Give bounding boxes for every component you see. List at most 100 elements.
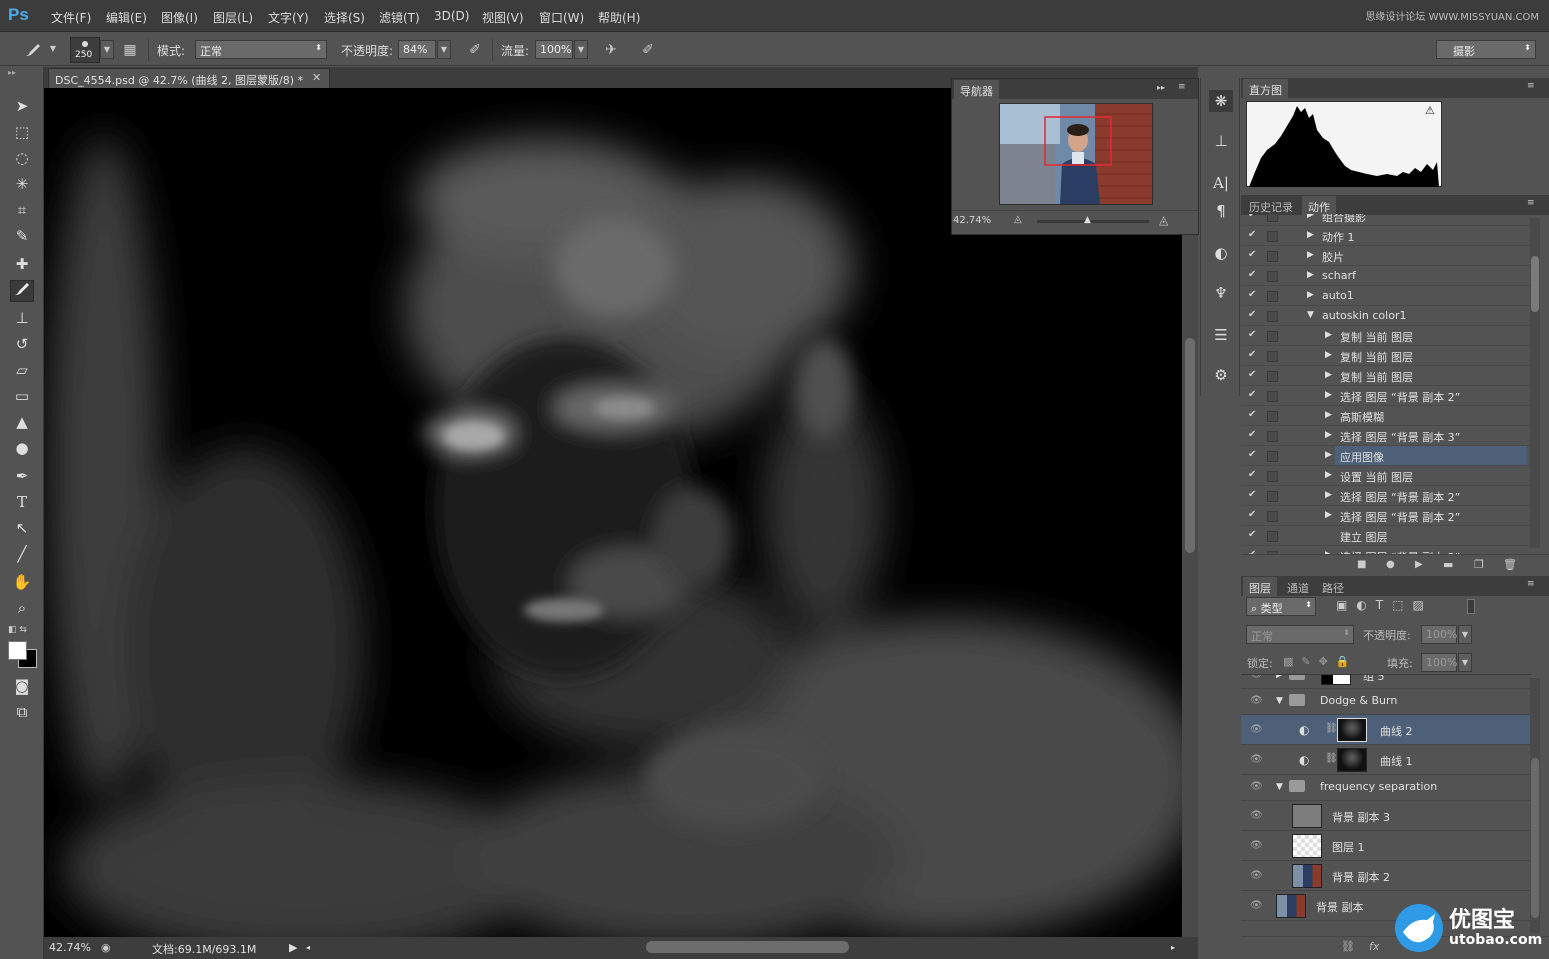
paths-tab[interactable]: 路径 (1316, 577, 1350, 599)
character-panel-icon[interactable]: A| (1209, 172, 1233, 194)
blur-tool-icon[interactable]: ▲ (10, 411, 34, 433)
action-row[interactable]: ✔ ▶ 组合摄影 (1241, 214, 1531, 226)
line-tool-icon[interactable]: ╱ (10, 543, 34, 565)
expanded-triangle-icon[interactable]: ▼ (1276, 782, 1283, 792)
action-row[interactable]: ✔ ▶ 选择 图层 “背景 副本 2” (1241, 486, 1531, 506)
menu-type[interactable]: 文字(Y) (268, 9, 309, 26)
zoom-out-icon[interactable]: ◬ (1014, 214, 1022, 225)
collapse-icon[interactable]: ▸▸ (8, 68, 16, 77)
collapsed-triangle-icon[interactable]: ▶ (1307, 230, 1314, 240)
type-tool-icon[interactable]: T (10, 491, 34, 513)
stop-icon[interactable]: ■ (1357, 559, 1366, 570)
fill-dropdown[interactable]: ▼ (1458, 653, 1472, 672)
adjustments-panel-icon[interactable]: ◐ (1209, 242, 1233, 264)
zoom-slider-thumb[interactable]: ▲ (1084, 215, 1091, 225)
layer-row[interactable]: 👁 ◐ ⛓ 曲线 1 (1241, 745, 1530, 775)
navigator-thumbnail[interactable] (999, 103, 1153, 205)
pen-tool-icon[interactable]: ✒ (10, 465, 34, 487)
navigator-tab[interactable]: 导航器 (954, 80, 999, 99)
expanded-triangle-icon[interactable]: ▼ (1276, 696, 1283, 706)
clone-source-panel-icon[interactable]: ⊥ (1209, 130, 1233, 152)
collapsed-triangle-icon[interactable]: ▶ (1325, 350, 1332, 360)
menu-file[interactable]: 文件(F) (51, 9, 91, 26)
close-tab-icon[interactable]: ✕ (312, 71, 321, 84)
action-toggle-check-icon[interactable]: ✔ (1248, 389, 1256, 400)
visibility-eye-icon[interactable]: 👁 (1250, 810, 1263, 821)
menu-edit[interactable]: 编辑(E) (106, 9, 147, 26)
brush-tool-icon[interactable] (10, 280, 34, 302)
new-action-icon[interactable]: ❐ (1474, 558, 1484, 571)
action-toggle-check-icon[interactable]: ✔ (1248, 249, 1256, 260)
zoom-readout[interactable]: 42.74% (49, 941, 91, 954)
action-row[interactable]: ✔ ▼ autoskin color1 (1241, 306, 1531, 326)
mask-link-icon[interactable]: ⛓ (1325, 723, 1338, 734)
dialog-toggle-box[interactable] (1267, 431, 1278, 442)
dialog-toggle-box[interactable] (1267, 331, 1278, 342)
visibility-eye-icon[interactable]: 👁 (1250, 754, 1263, 765)
dialog-toggle-box[interactable] (1267, 491, 1278, 502)
action-row[interactable]: ✔ ▶ 复制 当前 图层 (1241, 366, 1531, 386)
layer-mask-thumbnail[interactable] (1337, 718, 1367, 742)
dialog-toggle-box[interactable] (1267, 251, 1278, 262)
zoom-in-icon[interactable]: ◬ (1159, 213, 1168, 227)
opacity-input[interactable]: 84% (398, 40, 436, 59)
group-mask-thumbnail[interactable] (1321, 675, 1351, 685)
path-selection-tool-icon[interactable]: ↖ (10, 517, 34, 539)
action-toggle-check-icon[interactable]: ✔ (1248, 269, 1256, 280)
collapsed-triangle-icon[interactable]: ▶ (1325, 430, 1332, 440)
document-tab[interactable]: DSC_4554.psd @ 42.7% (曲线 2, 图层蒙版/8) * (48, 68, 330, 88)
panel-menu-icon[interactable]: ≡ (1527, 198, 1535, 208)
dialog-toggle-box[interactable] (1267, 311, 1278, 322)
menu-layer[interactable]: 图层(L) (213, 9, 253, 26)
panel-menu-icon[interactable]: ≡ (1178, 82, 1186, 92)
history-brush-tool-icon[interactable]: ↺ (10, 333, 34, 355)
collapsed-triangle-icon[interactable]: ▶ (1307, 214, 1314, 220)
layers-scroll-thumb[interactable] (1531, 758, 1539, 918)
collapsed-triangle-icon[interactable]: ▶ (1307, 290, 1314, 300)
filter-toggle-icon[interactable] (1467, 599, 1475, 614)
action-toggle-check-icon[interactable]: ✔ (1248, 329, 1256, 340)
dialog-toggle-box[interactable] (1267, 531, 1278, 542)
layer-style-icon[interactable]: fx (1369, 940, 1379, 953)
eyedropper-tool-icon[interactable]: ✎ (10, 225, 34, 247)
menu-window[interactable]: 窗口(W) (539, 9, 584, 26)
action-row[interactable]: ✔▶选择 图层 “背景 副本 3” (1241, 426, 1531, 446)
menu-select[interactable]: 选择(S) (324, 9, 365, 26)
action-row[interactable]: ✔ ▶ 复制 当前 图层 (1241, 326, 1531, 346)
collapsed-triangle-icon[interactable]: ▶ (1325, 450, 1332, 460)
layers-scrollbar[interactable] (1530, 678, 1540, 933)
eraser-tool-icon[interactable]: ▱ (10, 359, 34, 381)
action-row[interactable]: ✔ 建立 图层 (1241, 526, 1531, 546)
dialog-toggle-box[interactable] (1267, 391, 1278, 402)
layer-row[interactable]: 👁 图层 1 (1241, 831, 1530, 861)
action-row[interactable]: ✔▶选择 图层 “背景 副本 3” (1241, 546, 1531, 554)
blend-mode-select[interactable]: 正常 ⬍ (1246, 625, 1354, 644)
lasso-tool-icon[interactable]: ◌ (10, 147, 34, 169)
dialog-toggle-box[interactable] (1267, 271, 1278, 282)
scroll-left-icon[interactable]: ◂ (306, 943, 310, 952)
layer-thumbnail[interactable] (1292, 864, 1322, 888)
curves-adjustment-icon[interactable]: ◐ (1299, 723, 1309, 737)
collapsed-triangle-icon[interactable]: ▶ (1325, 390, 1332, 400)
panel-expand-icon[interactable]: ▸▸ (1157, 83, 1165, 92)
collapsed-triangle-icon[interactable]: ▶ (1325, 470, 1332, 480)
pressure-size-icon[interactable]: ✐ (639, 42, 657, 58)
tool-preset-dropdown[interactable]: ▼ (47, 40, 59, 59)
collapsed-triangle-icon[interactable]: ▶ (1307, 270, 1314, 280)
action-row[interactable]: ✔ ▶ 选择 图层 “背景 副本 2” (1241, 386, 1531, 406)
action-row[interactable]: ✔ ▶ 复制 当前 图层 (1241, 346, 1531, 366)
histogram-tab[interactable]: 直方图 (1243, 79, 1288, 98)
layer-row[interactable]: 👁 背景 副本 3 (1241, 801, 1530, 831)
action-row[interactable]: ✔ ▶ auto1 (1241, 286, 1531, 306)
layers-tab[interactable]: 图层 (1243, 577, 1277, 596)
visibility-eye-icon[interactable]: 👁 (1250, 695, 1263, 706)
move-tool-icon[interactable]: ➤ (10, 95, 34, 117)
horizontal-scroll-thumb[interactable] (646, 941, 849, 953)
layer-row[interactable]: 👁 ▼ frequency separation (1241, 775, 1530, 801)
dialog-toggle-box[interactable] (1267, 511, 1278, 522)
brush-tool-icon[interactable] (24, 42, 42, 58)
zoom-slider-track[interactable] (1037, 220, 1149, 223)
brush-panel-icon[interactable]: ▦ (121, 42, 139, 58)
pressure-opacity-icon[interactable]: ✐ (466, 42, 484, 58)
dialog-toggle-box[interactable] (1267, 471, 1278, 482)
